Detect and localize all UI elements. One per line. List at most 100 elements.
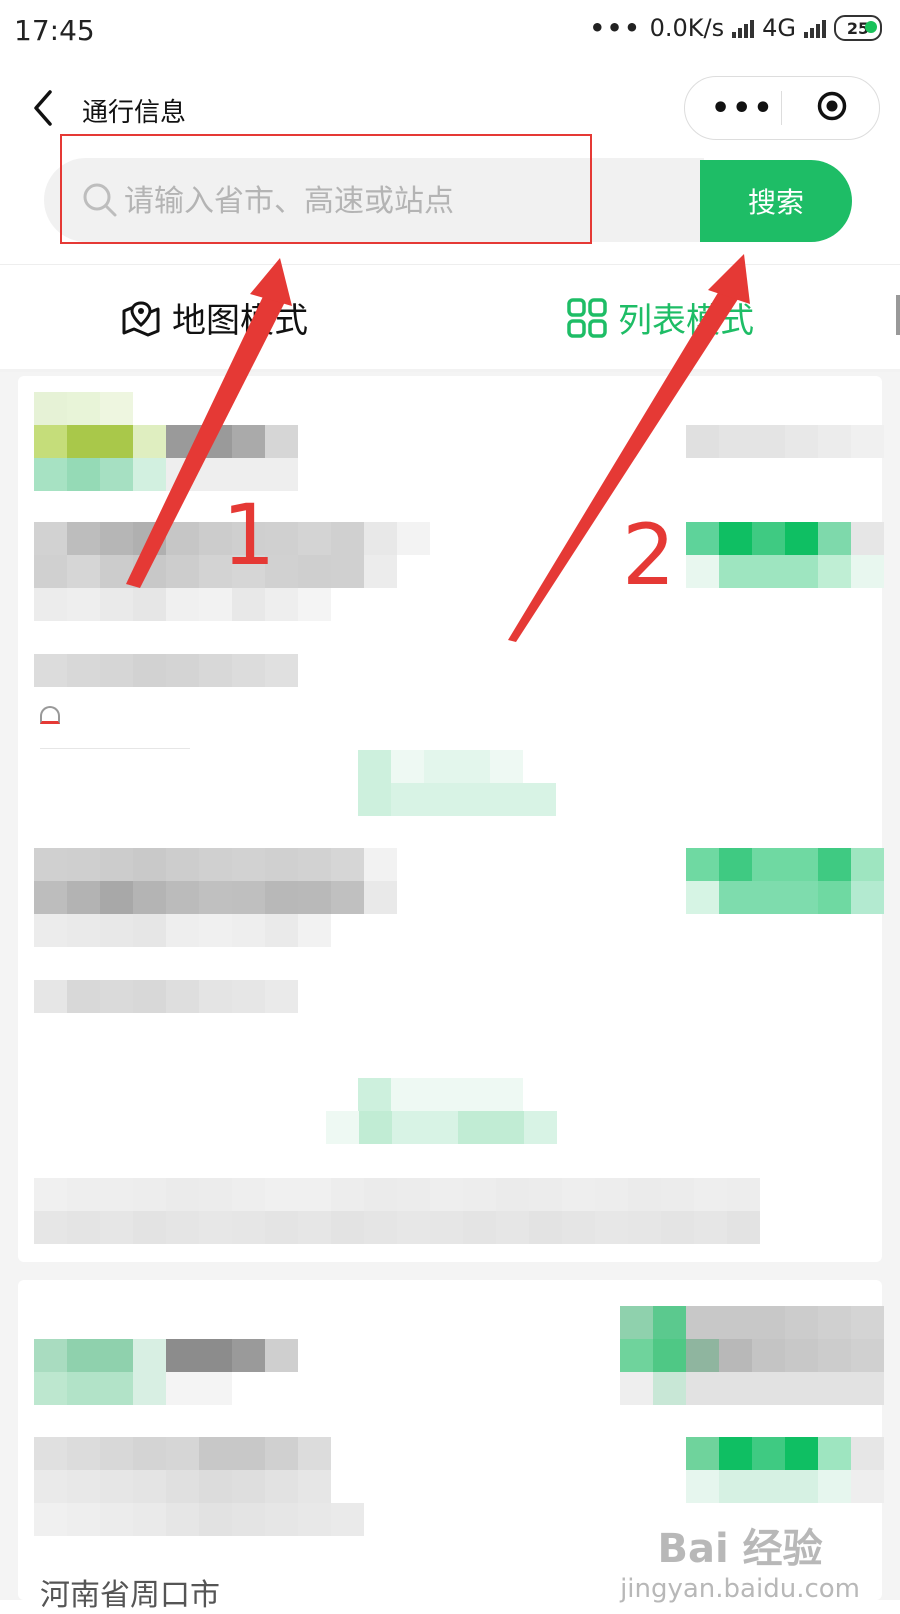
mosaic-block bbox=[133, 1503, 166, 1536]
mosaic-block bbox=[686, 1437, 719, 1470]
mosaic-block bbox=[67, 980, 100, 1013]
mosaic-block bbox=[818, 848, 851, 881]
mosaic-block bbox=[326, 1111, 359, 1144]
mosaic-block bbox=[133, 1339, 166, 1372]
mosaic-block bbox=[818, 522, 851, 555]
mosaic-block bbox=[661, 1178, 694, 1211]
mosaic-block bbox=[523, 783, 556, 816]
mosaic-block bbox=[785, 881, 818, 914]
mosaic-block bbox=[851, 881, 884, 914]
mosaic-block bbox=[67, 1339, 100, 1372]
mosaic-block bbox=[719, 1470, 752, 1503]
mosaic-block bbox=[430, 1178, 463, 1211]
mosaic-block bbox=[34, 458, 67, 491]
mosaic-block bbox=[133, 555, 166, 588]
mosaic-block bbox=[100, 425, 133, 458]
mosaic-block bbox=[331, 555, 364, 588]
mosaic-block bbox=[686, 1339, 719, 1372]
mosaic-block bbox=[851, 555, 884, 588]
mosaic-block bbox=[358, 783, 391, 816]
mosaic-block bbox=[67, 458, 100, 491]
mosaic-block bbox=[265, 1211, 298, 1244]
mosaic-block bbox=[457, 783, 490, 816]
watermark: Bai 经验 jingyan.baidu.com bbox=[620, 1516, 860, 1604]
mosaic-block bbox=[166, 588, 199, 621]
mosaic-block bbox=[851, 1437, 884, 1470]
mosaic-block bbox=[694, 1178, 727, 1211]
mosaic-block bbox=[785, 1339, 818, 1372]
mosaic-block bbox=[752, 425, 785, 458]
mosaic-block bbox=[719, 1372, 752, 1405]
mosaic-block bbox=[719, 425, 752, 458]
mosaic-block bbox=[524, 1111, 557, 1144]
mosaic-block bbox=[34, 392, 67, 425]
mosaic-block bbox=[100, 1372, 133, 1405]
mosaic-block bbox=[232, 848, 265, 881]
mosaic-block bbox=[100, 1178, 133, 1211]
mosaic-block bbox=[298, 555, 331, 588]
mosaic-block bbox=[298, 881, 331, 914]
mosaic-block bbox=[100, 1503, 133, 1536]
mosaic-block bbox=[34, 588, 67, 621]
mosaic-block bbox=[166, 1503, 199, 1536]
mosaic-block bbox=[67, 1503, 100, 1536]
mosaic-block bbox=[67, 914, 100, 947]
mosaic-block bbox=[562, 1178, 595, 1211]
mosaic-block bbox=[133, 914, 166, 947]
mosaic-block bbox=[199, 1503, 232, 1536]
mosaic-block bbox=[686, 1306, 719, 1339]
mosaic-block bbox=[166, 1437, 199, 1470]
mosaic-block bbox=[100, 914, 133, 947]
mosaic-block bbox=[67, 425, 100, 458]
mosaic-block bbox=[199, 425, 232, 458]
mosaic-block bbox=[133, 1178, 166, 1211]
mosaic-block bbox=[490, 783, 523, 816]
mosaic-block bbox=[719, 881, 752, 914]
mosaic-block bbox=[265, 881, 298, 914]
mosaic-block bbox=[199, 1339, 232, 1372]
mosaic-block bbox=[430, 1211, 463, 1244]
mosaic-block bbox=[166, 914, 199, 947]
mosaic-block bbox=[457, 750, 490, 783]
mosaic-block bbox=[686, 1372, 719, 1405]
mosaic-block bbox=[752, 1372, 785, 1405]
mosaic-block bbox=[851, 1372, 884, 1405]
mosaic-block bbox=[686, 881, 719, 914]
mosaic-block bbox=[199, 1211, 232, 1244]
mosaic-block bbox=[34, 555, 67, 588]
mosaic-block bbox=[364, 555, 397, 588]
mosaic-block bbox=[133, 522, 166, 555]
mosaic-block bbox=[166, 555, 199, 588]
mosaic-block bbox=[34, 425, 67, 458]
mosaic-block bbox=[818, 555, 851, 588]
annotation-label-1: 1 bbox=[222, 486, 276, 584]
mosaic-block bbox=[358, 750, 391, 783]
mosaic-block bbox=[232, 980, 265, 1013]
mosaic-block bbox=[265, 1470, 298, 1503]
mosaic-block bbox=[397, 1211, 430, 1244]
mosaic-block bbox=[199, 1470, 232, 1503]
mosaic-block bbox=[653, 1339, 686, 1372]
mosaic-block bbox=[199, 1372, 232, 1405]
mosaic-block bbox=[458, 1111, 491, 1144]
mosaic-block bbox=[232, 1503, 265, 1536]
mosaic-block bbox=[34, 654, 67, 687]
mosaic-block bbox=[34, 914, 67, 947]
mosaic-block bbox=[694, 1211, 727, 1244]
mosaic-block bbox=[364, 848, 397, 881]
mosaic-block bbox=[628, 1178, 661, 1211]
mosaic-block bbox=[397, 522, 430, 555]
mosaic-block bbox=[785, 425, 818, 458]
mosaic-block bbox=[232, 1437, 265, 1470]
mosaic-block bbox=[463, 1178, 496, 1211]
mosaic-block bbox=[752, 1339, 785, 1372]
mosaic-block bbox=[785, 1306, 818, 1339]
mosaic-block bbox=[490, 750, 523, 783]
mosaic-block bbox=[166, 1470, 199, 1503]
mosaic-block bbox=[133, 425, 166, 458]
mosaic-block bbox=[331, 522, 364, 555]
mosaic-block bbox=[166, 980, 199, 1013]
mosaic-block bbox=[785, 1470, 818, 1503]
mosaic-block bbox=[719, 555, 752, 588]
mosaic-block bbox=[100, 980, 133, 1013]
